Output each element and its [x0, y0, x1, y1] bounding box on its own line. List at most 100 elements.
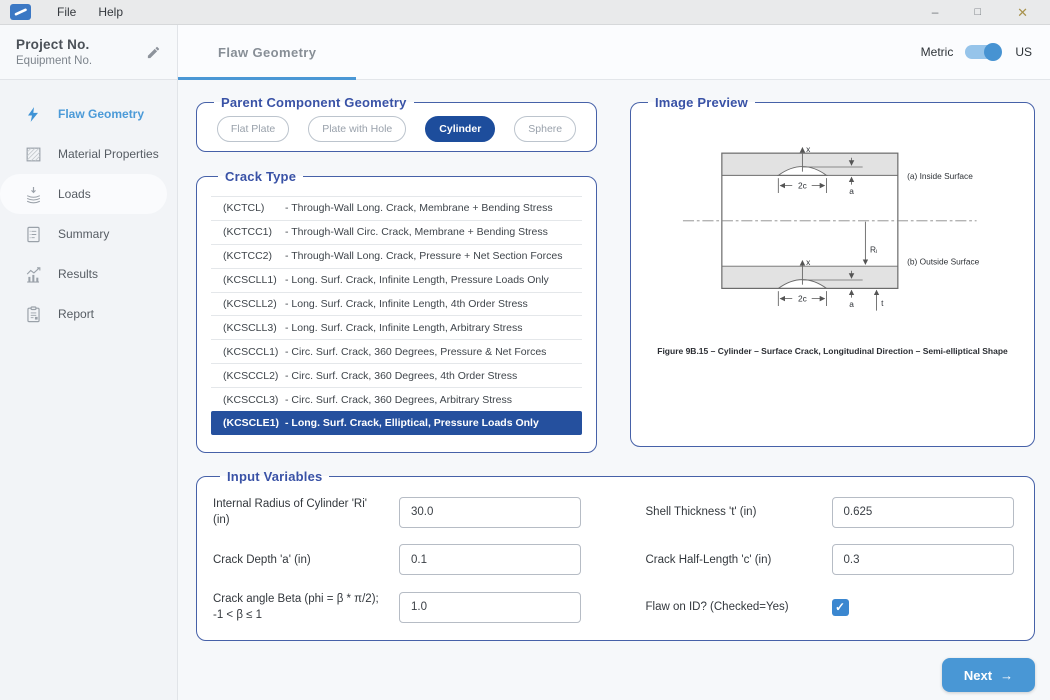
sidebar-item-label: Loads [58, 187, 91, 201]
crack-type-row-kcscll2[interactable]: (KCSCLL2)- Long. Surf. Crack, Infinite L… [211, 292, 582, 316]
field-label-internal-radius: Internal Radius of Cylinder 'Ri' (in) [213, 496, 385, 528]
flaw-on-id-checkbox[interactable]: ✓ [832, 599, 849, 616]
crack-description: - Long. Surf. Crack, Infinite Length, Ar… [285, 322, 576, 334]
close-button[interactable]: ✕ [1017, 6, 1028, 19]
sidebar-item-report[interactable]: Report [0, 294, 177, 334]
sidebar-item-label: Results [58, 267, 98, 281]
us-label: US [1015, 45, 1032, 59]
crack-description: - Through-Wall Long. Crack, Membrane + B… [285, 202, 576, 214]
diagram-label-t: t [881, 298, 884, 308]
crack-description: - Long. Surf. Crack, Elliptical, Pressur… [285, 417, 576, 429]
flaw-diagram: x 2c a (a) Inside Surface Rᵢ (b) Outside… [657, 140, 1009, 326]
field-label-crack-angle-beta: Crack angle Beta (phi = β * π/2); -1 < β… [213, 591, 385, 623]
footer-row: Next → [196, 641, 1035, 692]
sidebar-item-label: Material Properties [58, 147, 159, 161]
crack-description: - Long. Surf. Crack, Infinite Length, 4t… [285, 298, 576, 310]
results-icon [22, 265, 44, 284]
tab-label: Flaw Geometry [218, 45, 316, 60]
menu-file[interactable]: File [49, 3, 84, 21]
unit-toggle-group: Metric US [921, 25, 1050, 79]
crack-type-panel: Crack Type (KCTCL)- Through-Wall Long. C… [196, 169, 597, 453]
input-variables-panel: Input Variables Internal Radius of Cylin… [196, 469, 1035, 641]
shell-thickness-input[interactable] [832, 497, 1014, 528]
crack-description: - Circ. Surf. Crack, 360 Degrees, Pressu… [285, 346, 576, 358]
loads-icon [22, 185, 44, 204]
project-number-label: Project No. [16, 37, 92, 52]
crack-description: - Through-Wall Circ. Crack, Membrane + B… [285, 226, 576, 238]
next-button-label: Next [964, 668, 992, 683]
field-label-crack-depth: Crack Depth 'a' (in) [213, 552, 385, 568]
crack-code: (KCTCC1) [223, 226, 285, 238]
sidebar-item-label: Report [58, 307, 94, 321]
unit-toggle[interactable] [965, 45, 999, 59]
sidebar-nav: Flaw Geometry Material Properties Loads Sum… [0, 80, 177, 334]
lightning-icon [22, 105, 44, 124]
field-internal-radius: Internal Radius of Cylinder 'Ri' (in) [213, 496, 586, 528]
crack-type-row-kcscll3[interactable]: (KCSCLL3)- Long. Surf. Crack, Infinite L… [211, 315, 582, 339]
content: Parent Component Geometry Flat PlatePlat… [178, 80, 1050, 700]
crack-type-row-kcscll1[interactable]: (KCSCLL1)- Long. Surf. Crack, Infinite L… [211, 268, 582, 292]
crack-type-row-kcsccl2[interactable]: (KCSCCL2)- Circ. Surf. Crack, 360 Degree… [211, 363, 582, 387]
crack-type-row-kcscle1[interactable]: (KCSCLE1)- Long. Surf. Crack, Elliptical… [211, 411, 582, 435]
geometry-option-sphere[interactable]: Sphere [514, 116, 576, 142]
sidebar-item-label: Summary [58, 227, 109, 241]
crack-type-row-kctcl[interactable]: (KCTCL)- Through-Wall Long. Crack, Membr… [211, 196, 582, 220]
project-header: Project No. Equipment No. [0, 25, 177, 80]
field-shell-thickness: Shell Thickness 't' (in) [646, 496, 1019, 528]
crack-half-length-input[interactable] [832, 544, 1014, 575]
crack-type-row-kcsccl3[interactable]: (KCSCCL3)- Circ. Surf. Crack, 360 Degree… [211, 387, 582, 411]
image-preview-legend: Image Preview [648, 95, 755, 110]
equipment-number-label: Equipment No. [16, 55, 92, 67]
sidebar-item-flaw-geometry[interactable]: Flaw Geometry [0, 94, 177, 134]
material-icon [22, 145, 44, 164]
crack-code: (KCTCL) [223, 202, 285, 214]
internal-radius-input[interactable] [399, 497, 581, 528]
figure-caption: Figure 9B.15 – Cylinder – Surface Crack,… [657, 346, 1008, 356]
crack-code: (KCTCC2) [223, 250, 285, 262]
report-icon [22, 305, 44, 324]
sidebar-item-material-properties[interactable]: Material Properties [0, 134, 177, 174]
app-icon [10, 4, 31, 20]
sidebar-item-label: Flaw Geometry [58, 107, 144, 121]
menu-help[interactable]: Help [90, 3, 131, 21]
crack-type-list: (KCTCL)- Through-Wall Long. Crack, Membr… [211, 196, 582, 435]
crack-code: (KCSCLL3) [223, 322, 285, 334]
next-button[interactable]: Next → [942, 658, 1035, 692]
crack-type-row-kcsccl1[interactable]: (KCSCCL1)- Circ. Surf. Crack, 360 Degree… [211, 339, 582, 363]
crack-type-legend: Crack Type [218, 169, 303, 184]
edit-project-button[interactable] [146, 45, 161, 60]
field-label-flaw-on-id: Flaw on ID? (Checked=Yes) [646, 599, 818, 615]
main-header: Flaw Geometry Metric US [178, 25, 1050, 80]
crack-type-row-kctcc2[interactable]: (KCTCC2)- Through-Wall Long. Crack, Pres… [211, 244, 582, 268]
sidebar-item-loads[interactable]: Loads [0, 174, 167, 214]
tab-flaw-geometry[interactable]: Flaw Geometry [178, 25, 356, 79]
field-crack-half-length: Crack Half-Length 'c' (in) [646, 544, 1019, 575]
sidebar-item-summary[interactable]: Summary [0, 214, 177, 254]
summary-icon [22, 225, 44, 244]
crack-code: (KCSCCL2) [223, 370, 285, 382]
geometry-option-plate-with-hole[interactable]: Plate with Hole [308, 116, 406, 142]
minimize-button[interactable]: – [932, 6, 939, 18]
diagram-label-a-bottom: a [849, 299, 854, 309]
crack-code: (KCSCLL1) [223, 274, 285, 286]
geometry-option-flat-plate[interactable]: Flat Plate [217, 116, 289, 142]
parent-geometry-panel: Parent Component Geometry Flat PlatePlat… [196, 95, 597, 152]
metric-label: Metric [921, 45, 954, 59]
crack-type-row-kctcc1[interactable]: (KCTCC1)- Through-Wall Circ. Crack, Memb… [211, 220, 582, 244]
geometry-option-cylinder[interactable]: Cylinder [425, 116, 495, 142]
crack-depth-input[interactable] [399, 544, 581, 575]
diagram-label-a-top: a [849, 186, 854, 196]
arrow-right-icon: → [1000, 668, 1013, 683]
crack-description: - Through-Wall Long. Crack, Pressure + N… [285, 250, 576, 262]
crack-angle-beta-input[interactable] [399, 592, 581, 623]
sidebar-item-results[interactable]: Results [0, 254, 177, 294]
field-label-shell-thickness: Shell Thickness 't' (in) [646, 504, 818, 520]
diagram-label-outside-surface: (b) Outside Surface [907, 256, 980, 266]
sidebar: Project No. Equipment No. Flaw Geometry M… [0, 25, 178, 700]
maximize-button[interactable]: □ [974, 7, 981, 18]
geometry-options: Flat Plate Plate with Hole Cylinder Sphere [207, 112, 586, 142]
field-crack-depth: Crack Depth 'a' (in) [213, 544, 586, 575]
field-label-crack-half-length: Crack Half-Length 'c' (in) [646, 552, 818, 568]
field-crack-angle-beta: Crack angle Beta (phi = β * π/2); -1 < β… [213, 591, 586, 623]
app-window: File Help – □ ✕ Project No. Equipment No… [0, 0, 1050, 700]
